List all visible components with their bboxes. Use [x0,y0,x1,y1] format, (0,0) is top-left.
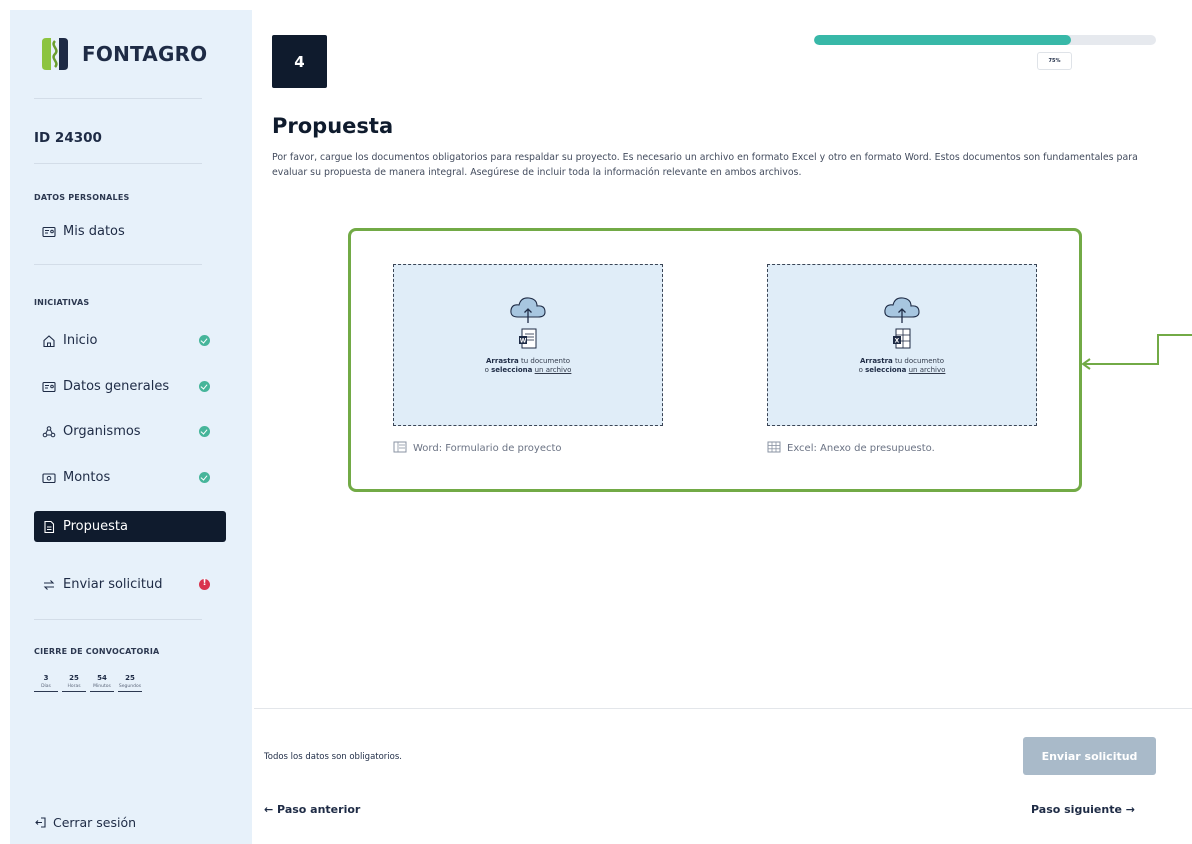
countdown-hours: 25 Horas [62,674,86,692]
divider [34,98,202,99]
id-card-icon [42,225,56,239]
sidebar-item-label: Datos generales [63,379,170,394]
sidebar-item-label: Organismos [63,424,141,439]
sidebar-item-label: Inicio [63,333,98,348]
countdown-days: 3 Días [34,674,58,692]
submit-application-button[interactable]: Enviar solicitud [1023,737,1156,775]
dropzone-select-text: o selecciona un archivo [484,366,572,374]
organization-icon [42,425,56,439]
divider [34,619,202,620]
cloud-upload-icon [510,297,546,323]
id-card-icon [42,380,56,394]
excel-upload-dropzone[interactable]: X Arrastra tu documento o selecciona un … [767,264,1037,426]
sidebar-item-montos[interactable]: Montos [34,462,226,493]
svg-text:X: X [895,338,900,345]
sidebar-item-enviar-solicitud[interactable]: Enviar solicitud [34,569,226,600]
fontagro-logo[interactable]: FONTAGRO [38,36,207,72]
word-upload-dropzone[interactable]: W Arrastra tu documento o selecciona un … [393,264,663,426]
page-description: Por favor, cargue los documentos obligat… [272,152,1138,178]
home-icon [42,334,56,348]
money-icon [42,471,56,485]
step-number-badge: 4 [272,35,327,88]
progress-percent-label: 75% [1037,52,1072,70]
logout-icon [34,816,47,829]
sidebar-item-label: Montos [63,470,111,485]
document-icon [42,520,56,534]
logout-label: Cerrar sesión [53,815,137,830]
complete-check-icon [199,472,210,483]
countdown-seconds: 25 Segundos [118,674,142,692]
footer-divider [254,708,1192,709]
dropzone-drag-text: Arrastra tu documento [860,357,944,365]
sidebar-item-mis-datos[interactable]: Mis datos [34,216,226,247]
complete-check-icon [199,426,210,437]
word-file-icon: W [519,328,537,349]
sidebar-item-label: Propuesta [63,519,128,534]
deadline-countdown: 3 Días 25 Horas 54 Minutos 25 Segundos [34,674,146,692]
caption-text: Excel: Anexo de presupuesto. [787,443,935,454]
excel-upload-caption: Excel: Anexo de presupuesto. [767,441,935,456]
page-title: Propuesta [272,114,394,138]
required-fields-note: Todos los datos son obligatorios. [264,752,402,762]
fontagro-logo-icon [38,36,72,72]
sidebar-item-organismos[interactable]: Organismos [34,416,226,447]
brand-name: FONTAGRO [82,42,208,66]
sidebar-item-inicio[interactable]: Inicio [34,325,226,356]
cloud-upload-icon [884,297,920,323]
sidebar-item-label: Mis datos [63,224,125,239]
divider [34,163,202,164]
section-label-personal: DATOS PERSONALES [34,193,130,202]
select-file-link[interactable]: un archivo [535,366,572,374]
error-alert-icon [199,578,210,590]
sidebar: FONTAGRO ID 24300 DATOS PERSONALES Mis d… [10,10,252,844]
countdown-minutes: 54 Minutos [90,674,114,692]
previous-step-link[interactable]: ← Paso anterior [264,803,360,816]
send-icon [42,578,56,592]
applicant-id: ID 24300 [34,130,102,146]
logout-button[interactable]: Cerrar sesión [34,815,136,830]
progress-bar-fill [814,35,1071,45]
sidebar-item-propuesta[interactable]: Propuesta [34,511,226,542]
pointer-arrow-icon [1081,334,1192,378]
section-label-deadline: CIERRE DE CONVOCATORIA [34,647,160,656]
caption-text: Word: Formulario de proyecto [413,443,562,454]
progress-bar [814,35,1156,45]
complete-check-icon [199,335,210,346]
next-step-link[interactable]: Paso siguiente → [1031,803,1135,816]
sidebar-item-label: Enviar solicitud [63,577,163,592]
spreadsheet-icon [767,441,781,456]
select-file-link[interactable]: un archivo [909,366,946,374]
excel-file-icon: X [893,328,911,349]
divider [34,264,202,265]
dropzone-drag-text: Arrastra tu documento [486,357,570,365]
sidebar-item-datos-generales[interactable]: Datos generales [34,371,226,402]
section-label-initiatives: INICIATIVAS [34,298,90,307]
complete-check-icon [199,381,210,392]
word-doc-icon [393,441,407,456]
dropzone-select-text: o selecciona un archivo [858,366,946,374]
svg-text:W: W [520,338,527,345]
word-upload-caption: Word: Formulario de proyecto [393,441,562,456]
